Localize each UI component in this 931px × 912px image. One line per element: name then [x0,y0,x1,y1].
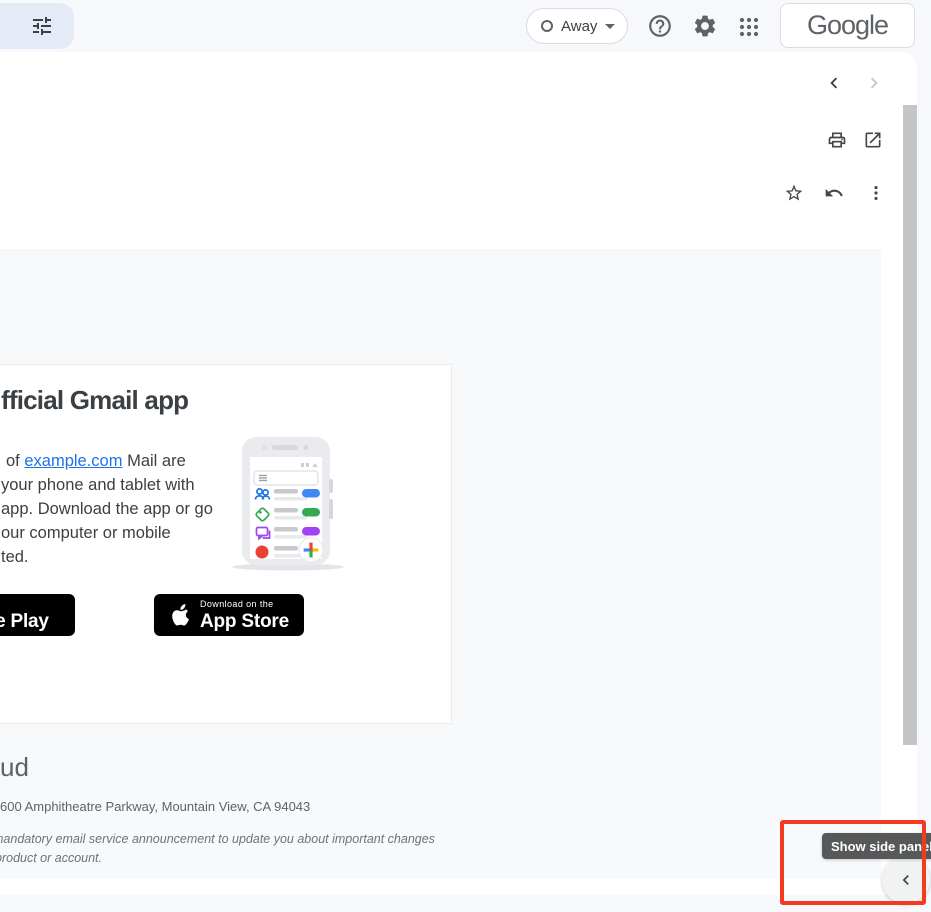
star-icon [784,183,804,203]
show-side-panel-chevron-icon [896,870,916,890]
print-button[interactable] [820,123,854,157]
chevron-right-icon [863,72,885,94]
email-footer-disclaimer-line-1: mandatory email service announcement to … [0,832,435,846]
play-badge-name: Google Play [0,612,49,631]
reply-button[interactable] [817,176,851,210]
more-vert-icon [866,183,886,203]
dropdown-caret-icon [605,24,615,29]
phone-illustration [214,433,356,573]
email-footer-disclaimer-line-2: product or account. [0,851,102,865]
presence-away-icon [541,20,553,32]
google-logo: Google [807,10,888,41]
email-body-text: of example.com Mail are your phone and t… [1,449,213,569]
google-logo-box: Google [780,3,915,48]
body-line-2: your phone and tablet with [1,473,213,497]
settings-gear-icon [692,13,718,39]
print-icon [827,130,847,150]
top-bar: Away Google [0,0,931,52]
google-play-badge[interactable]: GET IT ON Google Play [0,594,75,636]
show-side-panel-tooltip: Show side panel [822,833,931,859]
more-options-button[interactable] [859,176,893,210]
open-in-new-icon [863,130,883,150]
body-line-3: app. Download the app or go [1,497,213,521]
appstore-badge-tagline: Download on the [200,600,274,609]
tune-filter-button[interactable] [0,3,74,49]
scrollbar-thumb[interactable] [903,105,917,745]
email-footer-brand: ud [0,752,29,783]
apps-grid-icon [737,15,761,39]
help-icon [647,13,673,39]
app-store-badge[interactable]: Download on the App Store [154,594,304,636]
presence-status-label: Away [561,18,597,35]
body-line-4: our computer or mobile [1,521,213,545]
older-conversation-button[interactable] [857,66,891,100]
email-heading: fficial Gmail app [1,385,188,416]
example-com-link[interactable]: example.com [24,452,122,470]
body-line-5: ted. [1,545,213,569]
help-button[interactable] [646,12,674,40]
email-body-background: fficial Gmail app of example.com Mail ar… [0,250,881,879]
appstore-badge-name: App Store [200,612,289,631]
body-line-1: of example.com Mail are [1,449,213,473]
newer-conversation-button[interactable] [817,66,851,100]
chevron-left-icon [823,72,845,94]
gmail-window: Away Google [0,0,931,912]
apple-logo-icon [169,602,191,628]
open-in-new-button[interactable] [856,123,890,157]
google-apps-button[interactable] [736,14,762,40]
email-footer-address: 600 Amphitheatre Parkway, Mountain View,… [0,799,310,814]
show-side-panel-button[interactable] [882,856,930,904]
star-button[interactable] [777,176,811,210]
reply-icon [824,183,844,203]
tune-icon [30,14,54,38]
email-content-card: fficial Gmail app of example.com Mail ar… [0,364,452,724]
presence-status-dropdown[interactable]: Away [526,8,628,44]
settings-button[interactable] [691,12,719,40]
